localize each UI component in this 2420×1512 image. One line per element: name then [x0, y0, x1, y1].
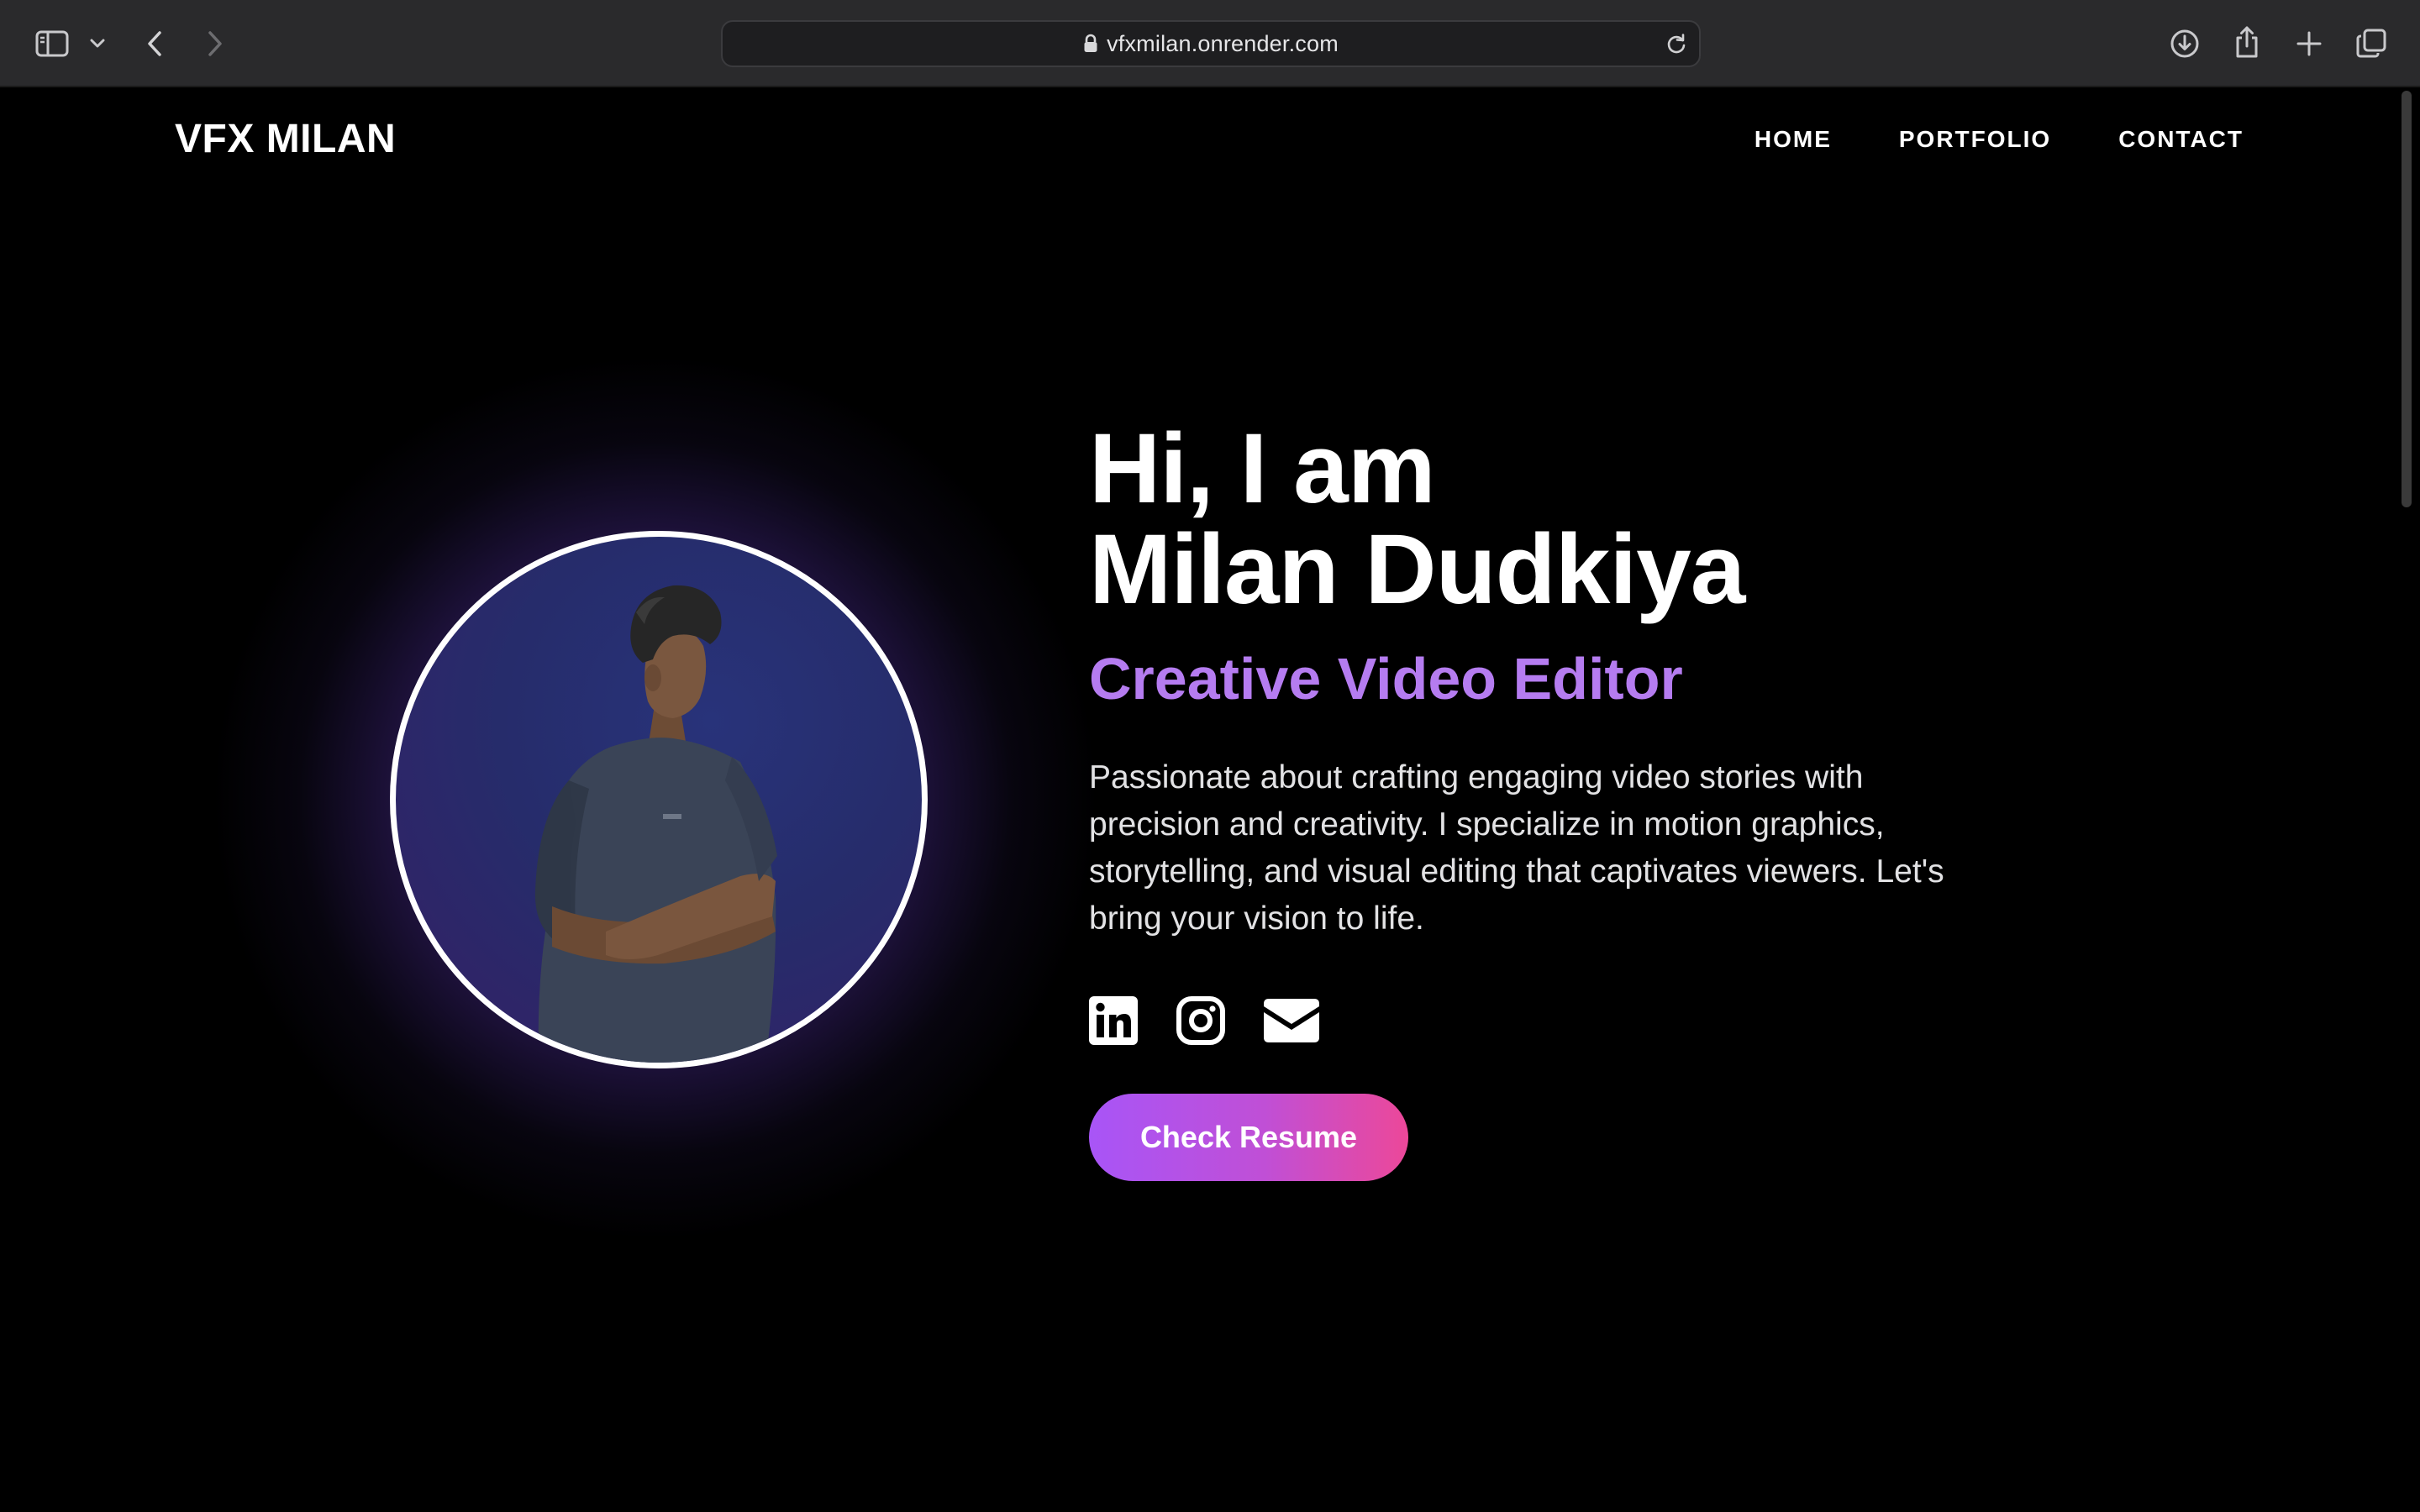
address-bar[interactable]: vfxmilan.onrender.com: [721, 20, 1701, 67]
reload-button[interactable]: [1665, 34, 1687, 55]
page-scrollbar[interactable]: [2402, 91, 2412, 507]
sidebar-toggle-button[interactable]: [32, 25, 72, 62]
sidebar-menu-button[interactable]: [87, 32, 108, 55]
sidebar-icon: [35, 30, 69, 57]
nav-portfolio-link[interactable]: PORTFOLIO: [1899, 126, 2051, 153]
downloads-button[interactable]: [2166, 25, 2203, 62]
main-nav: HOME PORTFOLIO CONTACT: [1754, 126, 2244, 153]
chevron-down-icon: [90, 39, 105, 48]
forward-icon: [208, 31, 222, 56]
hero-role: Creative Video Editor: [1089, 646, 1683, 711]
download-icon: [2170, 29, 2199, 58]
instagram-link[interactable]: [1176, 996, 1225, 1045]
new-tab-button[interactable]: [2292, 25, 2326, 62]
reload-icon: [1667, 34, 1686, 54]
browser-toolbar: vfxmilan.onrender.com: [0, 0, 2420, 87]
hero-name: Milan Dudkiya: [1089, 514, 1745, 625]
linkedin-link[interactable]: [1089, 996, 1138, 1045]
person-illustration: [534, 585, 777, 1063]
profile-photo: [390, 531, 928, 1068]
check-resume-button[interactable]: Check Resume: [1089, 1094, 1408, 1181]
forward-button[interactable]: [200, 25, 230, 62]
hero-bio: Passionate about crafting engaging video…: [1089, 759, 1944, 937]
back-button[interactable]: [139, 25, 170, 62]
nav-contact-link[interactable]: CONTACT: [2118, 126, 2244, 153]
email-icon: [1264, 999, 1319, 1042]
hero-heading: Hi, I am Milan Dudkiya: [1089, 413, 1745, 625]
back-icon: [148, 31, 161, 56]
lock-icon: [1084, 34, 1097, 52]
site-logo[interactable]: VFX MILAN: [175, 116, 396, 162]
url-text: vfxmilan.onrender.com: [1107, 30, 1339, 56]
tabs-overview-button[interactable]: [2353, 25, 2390, 62]
new-tab-icon: [2296, 31, 2322, 56]
linkedin-icon: [1089, 996, 1138, 1045]
instagram-icon: [1176, 996, 1225, 1045]
email-link[interactable]: [1264, 999, 1319, 1042]
hero-greeting: Hi, I am: [1089, 413, 1436, 524]
tabs-overview-icon: [2356, 29, 2386, 58]
share-icon: [2236, 26, 2258, 58]
social-links: [1089, 996, 1319, 1045]
share-button[interactable]: [2228, 22, 2265, 62]
nav-home-link[interactable]: HOME: [1754, 126, 1832, 153]
